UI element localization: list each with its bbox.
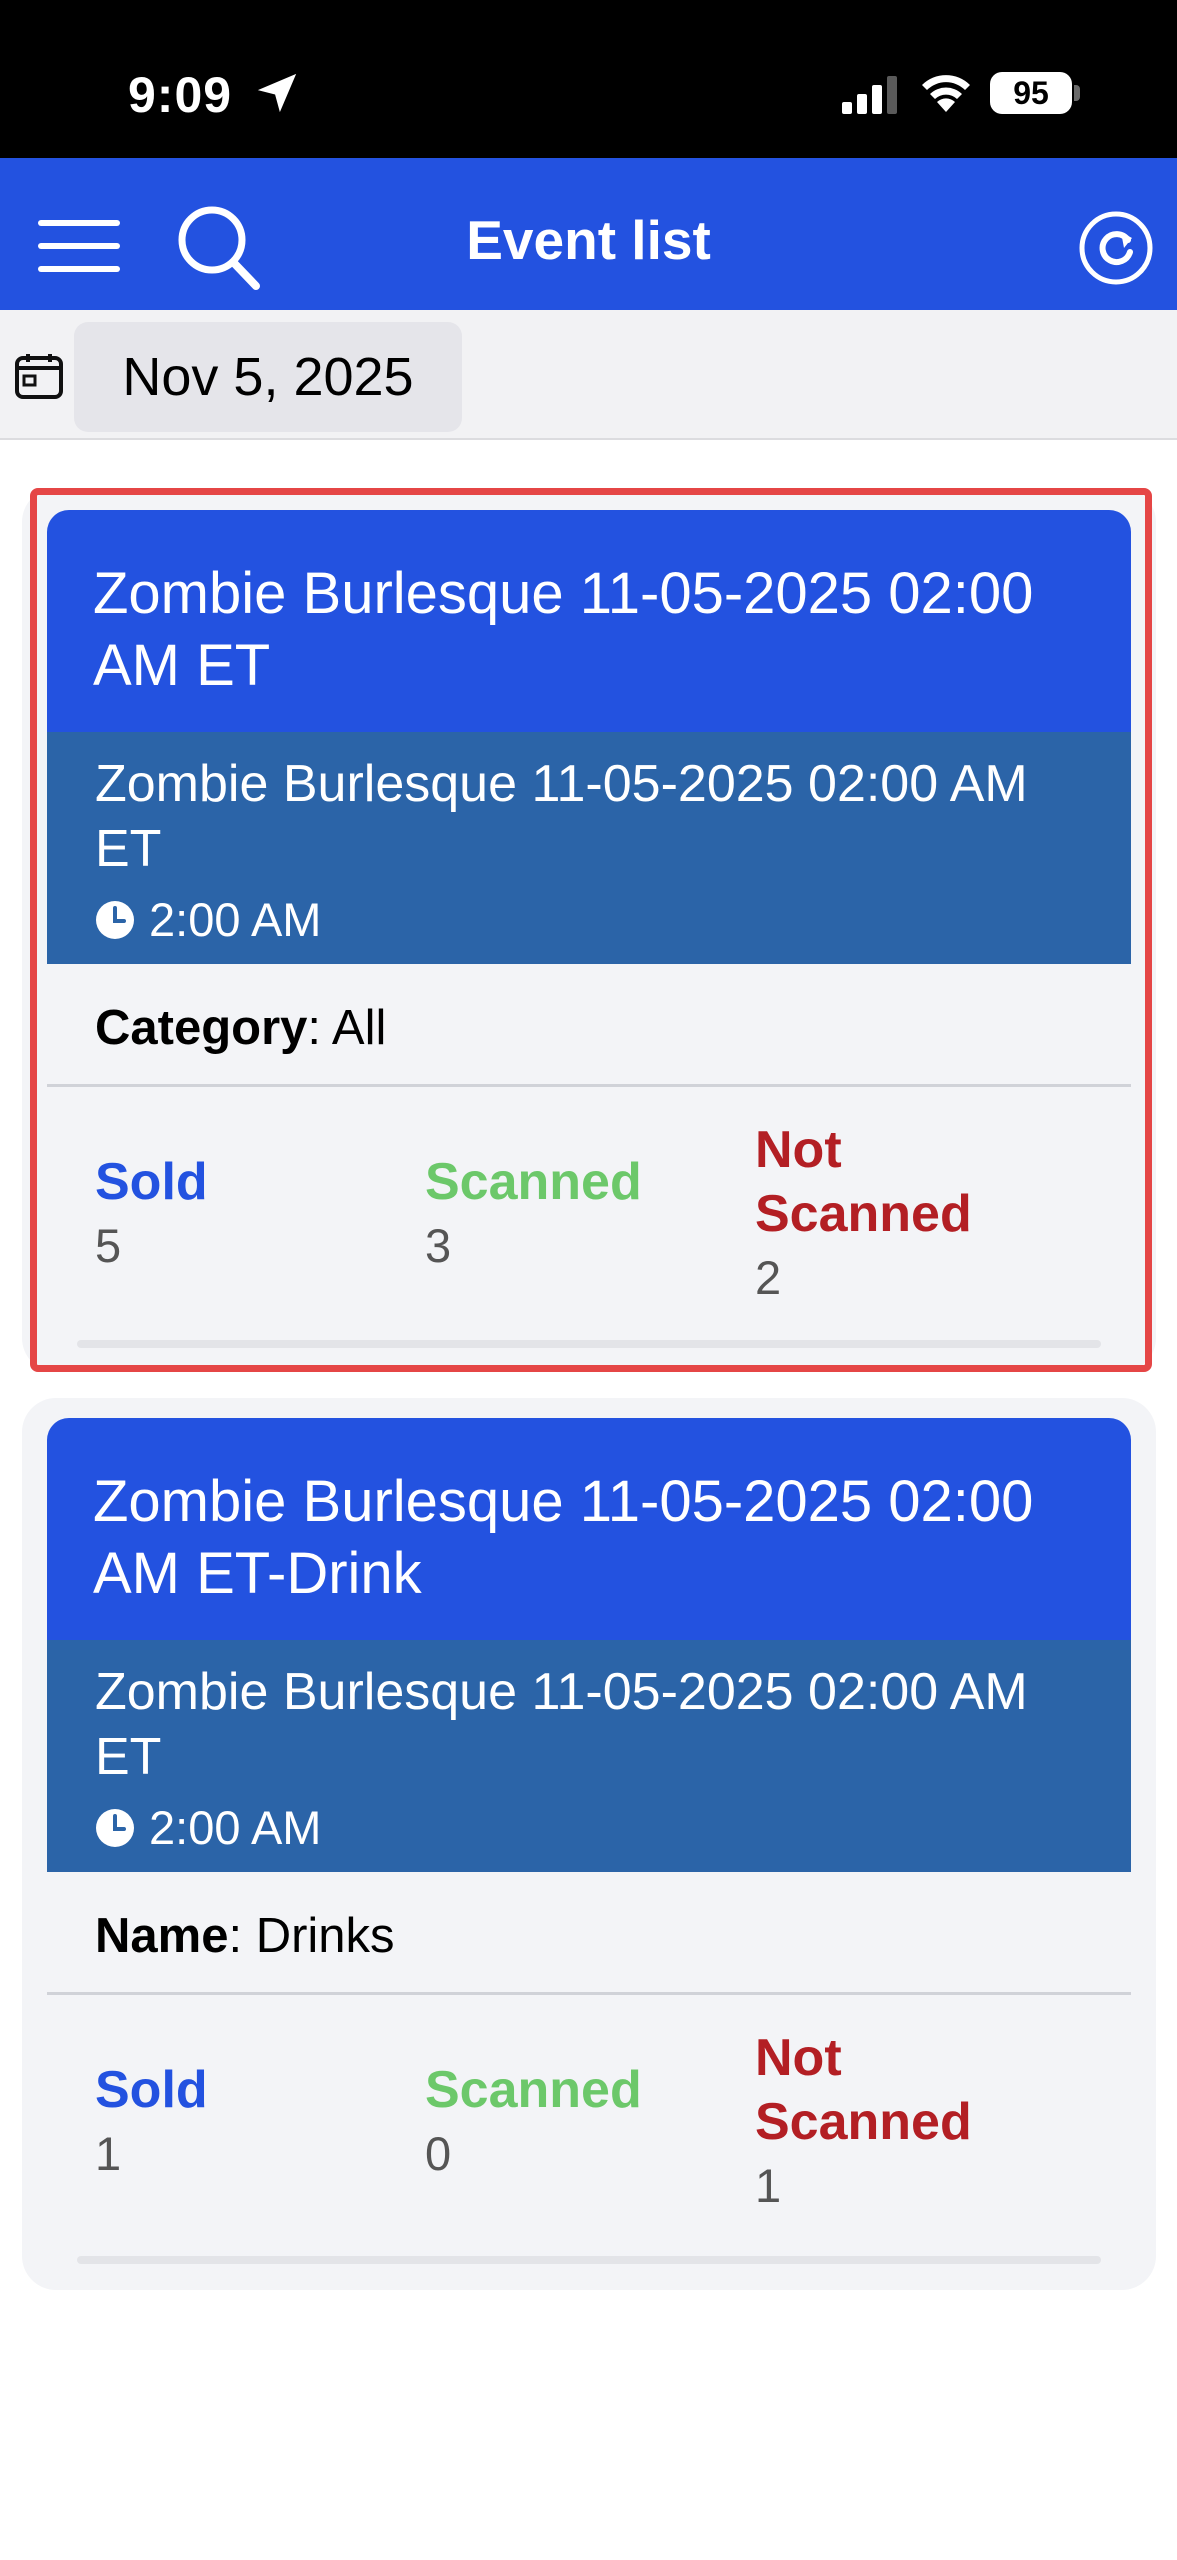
divider — [47, 1084, 1131, 1087]
name-value: : Drinks — [228, 1909, 395, 1963]
scanned-label: Scanned — [425, 1153, 642, 1211]
status-time: 9:09 — [128, 67, 233, 123]
not-scanned-count: 2 — [755, 1251, 782, 1304]
scanned-label: Scanned — [425, 2061, 642, 2119]
event-subtitle: Zombie Burlesque 11-05-2025 02:00 AM ET — [95, 755, 1028, 878]
not-scanned-label: Not Scanned — [755, 2029, 972, 2151]
not-scanned-count: 1 — [755, 2159, 782, 2212]
wifi-icon — [922, 75, 970, 112]
event-time-row: 2:00 AM — [95, 1798, 321, 1858]
battery-cap — [1074, 85, 1080, 101]
refresh-icon[interactable] — [1078, 210, 1154, 286]
event-subtitle: Zombie Burlesque 11-05-2025 02:00 AM ET — [95, 1663, 1028, 1786]
divider — [47, 1992, 1131, 1995]
sold-label: Sold — [95, 2061, 208, 2119]
card-footer-edge — [77, 2256, 1101, 2264]
category-label: Category — [95, 1001, 308, 1055]
status-bar: 9:09 95 — [0, 0, 1177, 158]
card-footer-edge — [77, 1340, 1101, 1348]
event-card-header: Zombie Burlesque 11-05-2025 02:00 AM ET-… — [47, 1418, 1131, 1640]
event-time: 2:00 AM — [149, 1801, 322, 1854]
event-category: Category: All — [95, 1000, 386, 1056]
not-scanned-label: Not Scanned — [755, 1121, 972, 1243]
event-card[interactable]: Zombie Burlesque 11-05-2025 02:00 AM ET-… — [47, 1418, 1131, 2268]
event-title: Zombie Burlesque 11-05-2025 02:00 AM ET — [93, 561, 1034, 698]
event-card-subheader: Zombie Burlesque 11-05-2025 02:00 AM ET … — [47, 732, 1131, 964]
clock-icon — [96, 1808, 134, 1847]
scanned-count: 0 — [425, 2127, 452, 2180]
page-title: Event list — [466, 209, 711, 271]
event-title: Zombie Burlesque 11-05-2025 02:00 AM ET-… — [93, 1469, 1034, 1606]
event-time-row: 2:00 AM — [95, 890, 321, 950]
date-picker-button[interactable]: Nov 5, 2025 — [74, 322, 462, 432]
sold-label: Sold — [95, 1153, 208, 1211]
event-card[interactable]: Zombie Burlesque 11-05-2025 02:00 AM ET … — [47, 510, 1131, 1348]
date-filter-bar: Nov 5, 2025 — [0, 310, 1177, 440]
sold-count: 5 — [95, 1219, 122, 1272]
name-label: Name — [95, 1909, 229, 1963]
category-value: : All — [307, 1001, 387, 1055]
event-card-header: Zombie Burlesque 11-05-2025 02:00 AM ET — [47, 510, 1131, 732]
top-navbar: Event list — [0, 158, 1177, 310]
clock-icon — [96, 900, 134, 939]
scanned-count: 3 — [425, 1219, 452, 1272]
cellular-signal-icon — [842, 76, 897, 114]
battery-indicator: 95 — [990, 72, 1072, 114]
event-card-subheader: Zombie Burlesque 11-05-2025 02:00 AM ET … — [47, 1640, 1131, 1872]
location-arrow-icon — [257, 73, 297, 113]
event-name: Name: Drinks — [95, 1908, 395, 1964]
sold-count: 1 — [95, 2127, 122, 2180]
event-time: 2:00 AM — [149, 893, 322, 946]
calendar-icon[interactable] — [14, 352, 64, 400]
